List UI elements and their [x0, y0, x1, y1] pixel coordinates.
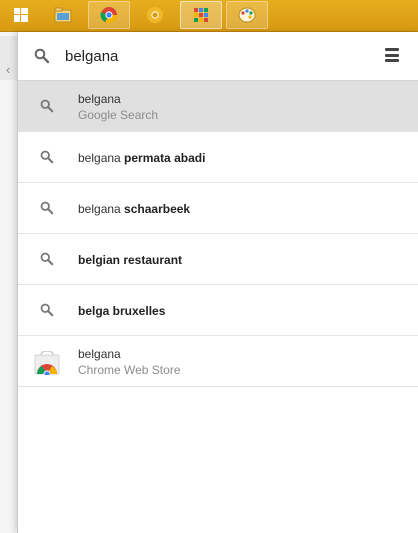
background-back-arrow-icon: ‹ [6, 62, 11, 77]
suggestion-prefix: belgana [78, 150, 125, 165]
search-suggestion[interactable]: belgian restaurant [18, 234, 418, 285]
search-icon [40, 252, 54, 266]
result-title: belgana [78, 347, 121, 361]
suggestion-text: belgana schaarbeek [78, 183, 190, 234]
chrome-web-store-icon [34, 351, 60, 375]
suggestion-completion: schaarbeek [124, 201, 191, 216]
chrome-icon [100, 7, 118, 24]
search-icon [40, 150, 54, 164]
suggestion-completion: belga bruxelles [78, 303, 166, 318]
search-suggestion[interactable]: belgana permata abadi [18, 132, 418, 183]
chrome-canary-icon [147, 7, 163, 23]
suggestion-completion: permata abadi [124, 150, 206, 165]
taskbar-chrome-canary[interactable] [134, 1, 176, 29]
suggestion-text: belgian restaurant [78, 234, 182, 285]
search-suggestion[interactable]: belgana schaarbeek [18, 183, 418, 234]
windows-logo-icon [14, 8, 28, 22]
search-icon [34, 48, 50, 64]
search-box [18, 32, 418, 81]
app-launcher-panel: belgana Google Search belgana permata ab… [17, 32, 418, 533]
suggestion-text: belgana permata abadi [78, 132, 205, 183]
suggestion-prefix: belgana [78, 201, 125, 216]
start-button[interactable] [0, 1, 42, 29]
search-result-google[interactable]: belgana Google Search [18, 81, 418, 132]
search-icon [40, 201, 54, 215]
folder-icon [54, 7, 72, 23]
taskbar-chrome[interactable] [88, 1, 130, 29]
paint-palette-icon [238, 7, 256, 23]
hamburger-menu-icon[interactable] [385, 48, 399, 62]
result-title: belgana [78, 92, 121, 106]
taskbar-app-launcher[interactable] [180, 1, 222, 29]
suggestion-text: belga bruxelles [78, 285, 165, 336]
search-input[interactable] [65, 44, 365, 68]
suggestion-completion: belgian restaurant [78, 252, 183, 267]
search-results-list: belgana Google Search belgana permata ab… [18, 81, 418, 387]
result-subtitle: Google Search [78, 108, 159, 122]
result-subtitle: Chrome Web Store [78, 363, 181, 377]
search-icon [40, 99, 54, 113]
taskbar [0, 0, 418, 32]
search-icon [40, 303, 54, 317]
taskbar-file-explorer[interactable] [42, 1, 84, 29]
search-result-web-store[interactable]: belgana Chrome Web Store [18, 336, 418, 387]
app-launcher-icon [194, 8, 208, 22]
search-suggestion[interactable]: belga bruxelles [18, 285, 418, 336]
taskbar-paint[interactable] [226, 1, 268, 29]
